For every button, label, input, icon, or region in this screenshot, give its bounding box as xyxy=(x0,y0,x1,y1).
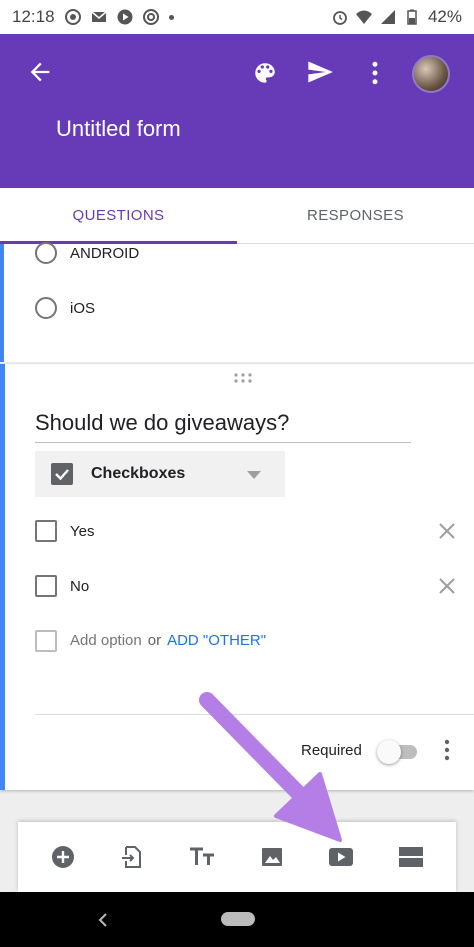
status-bar: 12:18 42% xyxy=(0,0,474,34)
more-vert-icon[interactable] xyxy=(366,58,384,88)
whatsapp-icon xyxy=(64,9,81,25)
dot-icon xyxy=(168,14,174,20)
drag-handle-icon[interactable] xyxy=(233,373,253,383)
battery-percent: 42% xyxy=(427,7,462,26)
add-option-row: Add option or ADD "OTHER" xyxy=(70,632,266,649)
add-option-button[interactable]: Add option xyxy=(70,632,142,649)
option-checkbox-no[interactable] xyxy=(35,575,57,597)
form-title[interactable]: Untitled form xyxy=(56,116,181,142)
alarm-icon xyxy=(333,11,347,25)
play-icon xyxy=(117,9,133,25)
status-time: 12:18 xyxy=(12,7,55,26)
add-image-button[interactable] xyxy=(257,842,287,872)
remove-option-no-icon[interactable] xyxy=(437,576,457,596)
nav-back-icon[interactable] xyxy=(96,912,110,928)
option-label-no[interactable]: No xyxy=(70,578,89,595)
bottom-toolbar xyxy=(18,822,456,892)
card-divider xyxy=(35,714,474,715)
question-type-dropdown[interactable]: Checkboxes xyxy=(35,451,285,497)
card-more-vert-icon[interactable] xyxy=(443,738,451,762)
question-card[interactable]: Should we do giveaways? Checkboxes Yes N… xyxy=(0,364,474,790)
question-input[interactable]: Should we do giveaways? xyxy=(35,410,411,443)
signal-icon xyxy=(380,10,395,24)
previous-question-card[interactable]: ANDROID iOS xyxy=(0,242,474,362)
nav-home-pill[interactable] xyxy=(221,912,255,926)
tab-bar: QUESTIONS RESPONSES xyxy=(0,188,474,244)
tab-questions[interactable]: QUESTIONS xyxy=(0,188,237,244)
dropdown-caret-icon xyxy=(247,471,261,479)
back-arrow-icon[interactable] xyxy=(26,58,54,86)
add-question-icon xyxy=(51,846,74,868)
add-other-button[interactable]: ADD "OTHER" xyxy=(167,632,266,649)
aperture-icon xyxy=(142,9,159,25)
add-section-button[interactable] xyxy=(396,842,426,872)
option-label-android: ANDROID xyxy=(70,245,140,262)
add-title-icon xyxy=(190,847,215,865)
option-label-ios: iOS xyxy=(70,300,96,317)
add-image-icon xyxy=(261,848,282,866)
palette-icon[interactable] xyxy=(252,60,278,86)
required-toggle[interactable] xyxy=(377,740,417,764)
battery-icon xyxy=(407,9,417,25)
add-option-checkbox xyxy=(35,630,57,652)
add-section-icon xyxy=(399,847,424,867)
send-icon[interactable] xyxy=(305,58,335,86)
radio-option-android[interactable] xyxy=(35,242,57,264)
system-nav-bar xyxy=(0,892,474,947)
add-question-button[interactable] xyxy=(48,842,78,872)
wifi-icon xyxy=(355,10,372,24)
remove-option-yes-icon[interactable] xyxy=(437,521,457,541)
add-video-button[interactable] xyxy=(326,842,356,872)
app-bar: Untitled form xyxy=(0,34,474,188)
tab-responses[interactable]: RESPONSES xyxy=(237,188,474,243)
option-checkbox-yes[interactable] xyxy=(35,520,57,542)
add-video-icon xyxy=(329,848,354,866)
required-label: Required xyxy=(301,742,362,759)
checkbox-type-icon xyxy=(51,463,73,485)
question-type-label: Checkboxes xyxy=(91,465,186,482)
import-questions-icon xyxy=(122,846,142,868)
add-title-button[interactable] xyxy=(187,842,217,872)
import-questions-button[interactable] xyxy=(117,842,147,872)
or-label: or xyxy=(147,632,162,649)
toggle-thumb xyxy=(377,740,401,764)
option-label-yes[interactable]: Yes xyxy=(70,523,94,540)
mail-icon xyxy=(91,11,107,22)
avatar[interactable] xyxy=(412,55,450,93)
radio-option-ios[interactable] xyxy=(35,297,57,319)
